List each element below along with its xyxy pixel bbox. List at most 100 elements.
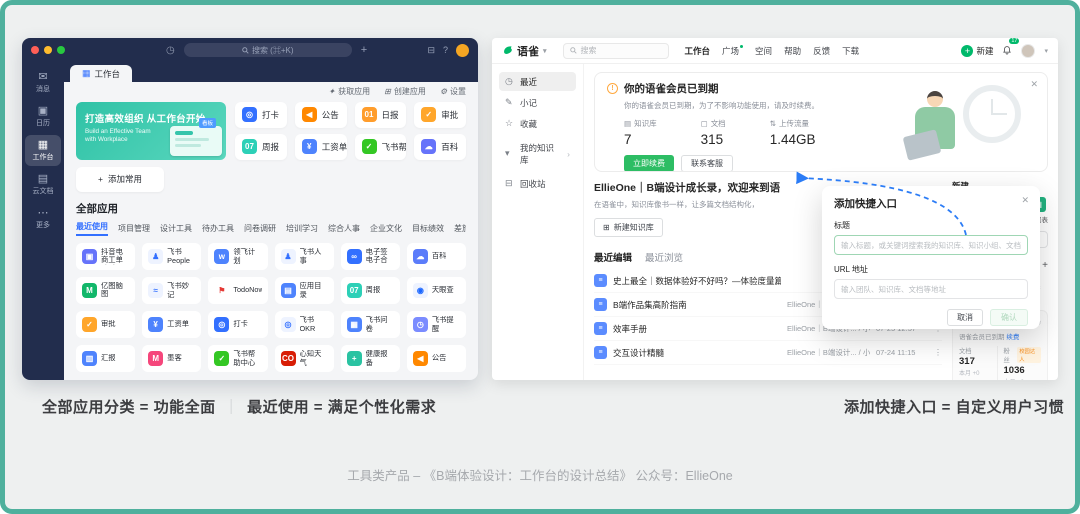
new-dot-badge: [740, 44, 744, 48]
app-card[interactable]: ◎ 打卡: [208, 311, 268, 338]
tab-okr[interactable]: 目标绩效: [412, 223, 444, 234]
sidebar-item-recent[interactable]: ◷ 最近: [499, 72, 576, 91]
help-icon[interactable]: ?: [443, 45, 448, 55]
add-quick-entry-button[interactable]: +: [1042, 260, 1048, 271]
doc-row[interactable]: ≡ 交互设计精髓 EllieOne｜B端设计... / 小林的读书笔记 07-2…: [594, 341, 942, 365]
app-card[interactable]: ◷ 飞书提醒: [406, 311, 466, 338]
nav-help[interactable]: 帮助: [784, 45, 801, 57]
app-card[interactable]: w 领飞计划: [208, 243, 268, 270]
app-card[interactable]: 07 周报: [235, 133, 287, 160]
app-card[interactable]: ◀ 公告: [294, 101, 347, 128]
sidebar-item-notes[interactable]: ✎ 小记: [499, 93, 576, 112]
cancel-button[interactable]: 取消: [947, 309, 983, 326]
notifications-bell-icon[interactable]: 17: [1002, 38, 1020, 60]
tab-project[interactable]: 项目管理: [118, 223, 150, 234]
app-card[interactable]: ✓ 审批: [414, 101, 466, 128]
app-card[interactable]: ✓飞书帮助中心: [208, 345, 268, 372]
tab-travel[interactable]: 差旅出行: [454, 223, 466, 234]
renew-now-button[interactable]: 立即续费: [624, 155, 674, 171]
chevron-down-icon[interactable]: ▾: [1044, 47, 1048, 55]
tab-recent-edited[interactable]: 最近编辑: [594, 250, 632, 264]
app-card[interactable]: ▥ 汇报: [76, 345, 136, 372]
tab-recent[interactable]: 最近使用: [76, 222, 108, 236]
new-kb-button[interactable]: ⊞ 新建知识库: [594, 218, 663, 237]
more-actions-icon[interactable]: ⋮: [934, 348, 942, 357]
app-card[interactable]: ☁ 百科: [414, 133, 466, 160]
nav-feedback[interactable]: 反馈: [813, 45, 830, 57]
get-apps-button[interactable]: ✦ 获取应用: [328, 86, 370, 97]
layout-icon[interactable]: ⊟: [427, 45, 435, 56]
tab-survey[interactable]: 问卷调研: [244, 223, 276, 234]
new-button[interactable]: + 新建: [961, 44, 993, 57]
yuque-logo[interactable]: 语雀 ▾: [502, 43, 547, 59]
app-card[interactable]: + 健康报备: [340, 345, 400, 372]
new-tab-button[interactable]: +: [361, 44, 367, 56]
tab-workspace[interactable]: ▦ 工作台: [70, 65, 133, 82]
confirm-button[interactable]: 确认: [990, 309, 1028, 326]
workspace-banner[interactable]: 打造高效组织 从工作台开始 Build an Effective Team wi…: [76, 101, 226, 160]
maximize-window-button[interactable]: [57, 46, 65, 54]
global-search-input[interactable]: 搜索 (⌘+K): [183, 43, 352, 57]
tab-culture[interactable]: 企业文化: [370, 223, 402, 234]
sidebar-item-knowledge-bases[interactable]: ▾ 我的知识库 ›: [499, 142, 576, 165]
sidebar-item-docs[interactable]: ▤ 云文档: [25, 169, 61, 200]
app-card[interactable]: ♟ 飞书People: [142, 243, 202, 270]
close-window-button[interactable]: [31, 46, 39, 54]
app-card[interactable]: ✓ 审批: [76, 311, 136, 338]
url-input[interactable]: 输入团队、知识库、文档等地址: [834, 279, 1028, 299]
avatar[interactable]: [456, 43, 469, 57]
contact-support-button[interactable]: 联系客服: [681, 155, 733, 171]
tab-hr[interactable]: 综合人事: [328, 223, 360, 234]
tab-todo[interactable]: 待办工具: [202, 223, 234, 234]
app-card[interactable]: ∞电子签电子合同: [340, 243, 400, 270]
sidebar-item-workspace[interactable]: ▦ 工作台: [25, 135, 61, 166]
nav-download[interactable]: 下载: [842, 45, 859, 57]
app-card[interactable]: ▦ 飞书问卷: [340, 311, 400, 338]
app-card[interactable]: ≈ 飞书妙记: [142, 277, 202, 304]
app-card[interactable]: ¥ 工资单: [294, 133, 347, 160]
tab-design[interactable]: 设计工具: [160, 223, 192, 234]
app-card[interactable]: M 亿图脑图 MindMaster: [76, 277, 136, 304]
app-card[interactable]: ◉ 天眼查: [406, 277, 466, 304]
app-card[interactable]: ▤ 应用目录: [274, 277, 334, 304]
app-card[interactable]: 01 日报: [354, 101, 407, 128]
app-card[interactable]: ✓飞书帮助中心: [354, 133, 407, 160]
tab-recent-viewed[interactable]: 最近浏览: [645, 250, 683, 264]
app-card[interactable]: M 墨客: [142, 345, 202, 372]
app-card[interactable]: ♟ 飞书人事: [274, 243, 334, 270]
nav-space[interactable]: 空间: [755, 45, 772, 57]
sidebar-item-messages[interactable]: ✉ 消息: [25, 67, 61, 98]
app-card[interactable]: ◎ 飞书OKR: [274, 311, 334, 338]
sidebar-item-more[interactable]: ⋯ 更多: [25, 203, 61, 234]
history-icon[interactable]: ◷: [166, 45, 175, 56]
app-card[interactable]: ⚑ TodoNow: [208, 277, 268, 304]
app-card[interactable]: ◎ 打卡: [235, 101, 287, 128]
search-icon: [242, 46, 249, 54]
create-app-button[interactable]: ⊞ 创建应用: [384, 86, 426, 97]
nav-workspace[interactable]: 工作台: [685, 45, 711, 57]
close-icon[interactable]: ✕: [1030, 79, 1038, 90]
app-card[interactable]: ◀ 公告: [406, 345, 466, 372]
sidebar-item-label: 日历: [36, 119, 50, 127]
app-icon: ◎: [280, 317, 296, 332]
avatar[interactable]: [1021, 43, 1036, 58]
renew-link[interactable]: 续费: [1006, 334, 1019, 341]
app-card[interactable]: ¥ 工资单: [142, 311, 202, 338]
app-card[interactable]: ▣ 抖音电商工单助手: [76, 243, 136, 270]
nav-square[interactable]: 广场: [722, 44, 744, 57]
settings-button[interactable]: ⚙ 设置: [440, 86, 466, 97]
app-card[interactable]: CO 心知天气: [274, 345, 334, 372]
yuque-search-input[interactable]: 搜索: [562, 42, 669, 59]
sidebar-item-favorites[interactable]: ☆ 收藏: [499, 114, 576, 133]
sidebar-item-calendar[interactable]: ▣ 日历: [25, 101, 61, 132]
caret-down-icon: ▾: [505, 148, 510, 158]
sidebar-item-label: 我的知识库: [519, 142, 554, 165]
minimize-window-button[interactable]: [44, 46, 52, 54]
sidebar-item-trash[interactable]: ⊟ 回收站: [499, 174, 576, 193]
tab-training[interactable]: 培训学习: [286, 223, 318, 234]
app-card[interactable]: ☁ 百科: [406, 243, 466, 270]
app-card[interactable]: 07 周报: [340, 277, 400, 304]
add-favorite-button[interactable]: + 添加常用: [76, 166, 164, 192]
close-icon[interactable]: ✕: [1021, 195, 1029, 206]
title-input[interactable]: 输入标题，或关键词搜索我的知识库、知识小组、文档: [834, 235, 1028, 255]
